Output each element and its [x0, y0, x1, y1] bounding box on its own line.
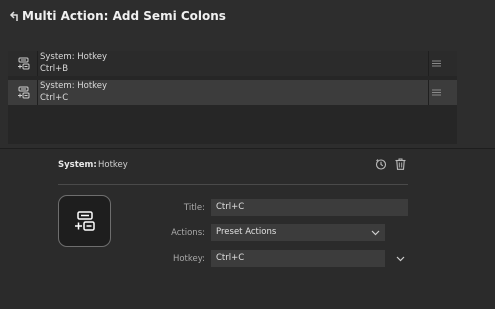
actions-label: Actions: — [171, 228, 205, 238]
list-item-title: System: Hotkey — [40, 81, 108, 91]
hotkey-field[interactable]: Ctrl+C — [211, 250, 385, 267]
row-divider — [428, 80, 429, 105]
list-item[interactable]: System: Hotkey Ctrl+C — [8, 80, 457, 105]
actions-dropdown-value: Preset Actions — [216, 227, 277, 237]
action-category: System: — [58, 160, 97, 170]
title-input[interactable] — [211, 199, 408, 216]
delay-clock-icon[interactable] — [375, 158, 387, 170]
action-name: Hotkey — [98, 160, 128, 170]
actions-dropdown[interactable]: Preset Actions — [211, 224, 385, 241]
hotkey-field-value: Ctrl+C — [216, 253, 245, 263]
action-icon-preview[interactable] — [58, 195, 111, 247]
row-divider — [37, 80, 38, 105]
page-title: Multi Action: Add Semi Colons — [22, 9, 226, 23]
hotkey-action-icon — [75, 211, 95, 231]
chevron-down-icon[interactable] — [371, 230, 380, 236]
list-item[interactable]: System: Hotkey Ctrl+B — [8, 51, 457, 76]
header: Multi Action: Add Semi Colons — [0, 0, 495, 36]
hotkey-action-icon — [18, 57, 30, 70]
list-item-title: System: Hotkey — [40, 52, 108, 62]
list-item-subtitle: Ctrl+C — [40, 93, 69, 103]
drag-handle-icon[interactable] — [432, 60, 441, 67]
title-label: Title: — [183, 203, 205, 213]
row-divider — [428, 51, 429, 76]
hotkey-label: Hotkey: — [172, 254, 205, 264]
list-item-subtitle: Ctrl+B — [40, 64, 69, 74]
drag-handle-icon[interactable] — [432, 89, 441, 96]
trash-icon[interactable] — [395, 158, 406, 170]
chevron-down-icon[interactable] — [396, 256, 405, 262]
hotkey-action-icon — [18, 86, 30, 99]
row-divider — [37, 51, 38, 76]
inspector-divider — [58, 184, 408, 185]
action-list: System: Hotkey Ctrl+B System: Hotkey Ctr… — [8, 51, 457, 144]
